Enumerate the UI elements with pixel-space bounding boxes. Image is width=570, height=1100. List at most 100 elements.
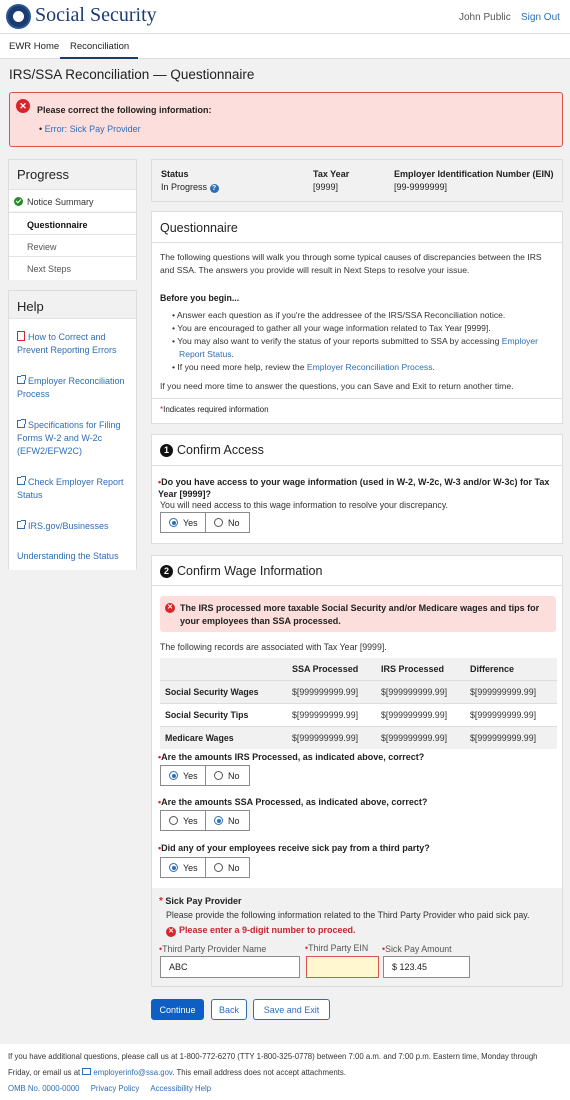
- help-link-reconciliation-process[interactable]: Employer Reconciliation Process: [17, 375, 132, 401]
- q3-no-radio[interactable]: No: [205, 857, 250, 878]
- footer-links: OMB No. 0000-0000 Privacy Policy Accessi…: [8, 1083, 211, 1094]
- external-link-icon: [17, 419, 26, 428]
- access-yes-radio[interactable]: Yes: [160, 512, 206, 533]
- access-no-radio[interactable]: No: [205, 512, 250, 533]
- help-link-report-status[interactable]: Check Employer Report Status: [17, 476, 132, 502]
- radio-empty-icon: [214, 518, 223, 527]
- sick-pay-heading-wrap: * Sick Pay Provider: [159, 896, 242, 907]
- third-party-ein-label: Third Party EIN: [308, 943, 369, 953]
- progress-notice-summary[interactable]: Notice Summary: [9, 189, 136, 211]
- bullet-4: • If you need more help, review the Empl…: [172, 362, 435, 372]
- help-link-correct-errors[interactable]: How to Correct and Prevent Reporting Err…: [17, 331, 132, 357]
- save-exit-button[interactable]: Save and Exit: [253, 999, 330, 1020]
- help-question-icon[interactable]: ?: [209, 184, 219, 193]
- confirm-wage-heading: Confirm Wage Information: [177, 564, 323, 578]
- help-link-irs-businesses[interactable]: IRS.gov/Businesses: [17, 520, 132, 533]
- external-link-icon: [17, 520, 26, 529]
- table-header-irs: IRS Processed: [376, 658, 465, 681]
- q2-no-radio[interactable]: No: [205, 810, 250, 831]
- divider: [152, 398, 562, 399]
- more-time-note: If you need more time to answer the ques…: [160, 381, 514, 391]
- cell-irs: $[999999999.99]: [376, 680, 465, 704]
- provider-name-label-wrap: •Third Party Provider Name: [159, 944, 267, 954]
- cell-ssa: $[999999999.99]: [287, 726, 376, 749]
- table-row: Medicare Wages $[999999999.99] $[9999999…: [160, 726, 557, 749]
- wage-error-text: The IRS processed more taxable Social Se…: [180, 603, 540, 626]
- footer-contact-line1: If you have additional questions, please…: [8, 1052, 538, 1061]
- table-row: Social Security Wages $[999999999.99] $[…: [160, 680, 557, 704]
- third-party-ein-input[interactable]: [306, 956, 379, 978]
- step-number-icon: 1: [160, 444, 173, 457]
- wage-table: SSA Processed IRS Processed Difference S…: [160, 658, 557, 749]
- bullet-1: • Answer each question as if you're the …: [172, 310, 506, 320]
- employer-reconciliation-link[interactable]: Employer Reconciliation Process: [307, 362, 433, 372]
- row-label: Medicare Wages: [160, 726, 287, 749]
- divider: [152, 585, 562, 586]
- cell-difference: $[999999999.99]: [465, 726, 557, 749]
- sick-pay-section: * Sick Pay Provider Please provide the f…: [152, 888, 562, 986]
- error-x-icon: ✕: [165, 603, 175, 613]
- cell-ssa: $[999999999.99]: [287, 703, 376, 727]
- step-number-icon: 2: [160, 565, 173, 578]
- progress-next-steps: Next Steps: [9, 256, 136, 280]
- access-question-wrap: •Do you have access to your wage informa…: [158, 477, 550, 499]
- radio-selected-icon: [169, 863, 178, 872]
- cell-ssa: $[999999999.99]: [287, 680, 376, 704]
- help-link-understanding-status[interactable]: Understanding the Status: [17, 550, 132, 563]
- radio-selected-icon: [169, 771, 178, 780]
- q1-wrap: •Are the amounts IRS Processed, as indic…: [158, 752, 425, 762]
- omb-link[interactable]: OMB No. 0000-0000: [8, 1084, 80, 1093]
- questionnaire-heading: Questionnaire: [160, 221, 238, 235]
- privacy-policy-link[interactable]: Privacy Policy: [91, 1084, 140, 1093]
- sick-pay-amount-input[interactable]: $ 123.45: [383, 956, 470, 978]
- nav-ewr-home[interactable]: EWR Home: [9, 41, 59, 52]
- table-header-ssa: SSA Processed: [287, 658, 376, 681]
- records-note: The following records are associated wit…: [160, 642, 387, 652]
- sign-out-link[interactable]: Sign Out: [521, 12, 560, 23]
- radio-empty-icon: [214, 771, 223, 780]
- access-question: Do you have access to your wage informat…: [158, 477, 550, 499]
- confirm-wage-panel: 2 Confirm Wage Information ✕ The IRS proc…: [151, 555, 563, 987]
- provider-name-input[interactable]: ABC: [160, 956, 300, 978]
- q2-question: Are the amounts SSA Processed, as indica…: [161, 797, 428, 807]
- confirm-access-panel: 1 Confirm Access •Do you have access to y…: [151, 434, 563, 544]
- error-x-icon: ✕: [16, 99, 30, 113]
- accessibility-help-link[interactable]: Accessibility Help: [150, 1084, 211, 1093]
- bullet-2: • You are encouraged to gather all your …: [172, 323, 491, 333]
- table-row: Social Security Tips $[999999999.99] $[9…: [160, 703, 557, 727]
- error-x-icon: ✕: [166, 927, 176, 937]
- questionnaire-panel: Questionnaire The following questions wi…: [151, 211, 563, 424]
- ssa-seal-logo[interactable]: [6, 4, 31, 29]
- cell-irs: $[999999999.99]: [376, 726, 465, 749]
- continue-button[interactable]: Continue: [151, 999, 204, 1020]
- status-bar: Status In Progress ? Tax Year [9999] Emp…: [151, 159, 563, 202]
- cell-difference: $[999999999.99]: [465, 680, 557, 704]
- progress-questionnaire: Questionnaire: [9, 212, 136, 234]
- top-nav: EWR Home Reconciliation: [0, 34, 570, 59]
- help-panel: Help How to Correct and Prevent Reportin…: [8, 290, 137, 570]
- sick-pay-desc: Please provide the following information…: [166, 910, 530, 920]
- q3-yes-radio[interactable]: Yes: [160, 857, 206, 878]
- q1-yes-radio[interactable]: Yes: [160, 765, 206, 786]
- alert-item: • Error: Sick Pay Provider: [39, 124, 141, 134]
- help-link-efw2-specs[interactable]: Specifications for Filing Forms W-2 and …: [17, 419, 132, 458]
- divider: [152, 242, 562, 243]
- sick-pay-heading: Sick Pay Provider: [165, 896, 242, 906]
- cell-irs: $[999999999.99]: [376, 703, 465, 727]
- confirm-wage-heading-wrap: 2 Confirm Wage Information: [160, 564, 322, 578]
- footer-email-link[interactable]: employerinfo@ssa.gov: [93, 1068, 172, 1077]
- user-name: John Public: [459, 12, 511, 23]
- brand-title[interactable]: Social Security: [35, 4, 157, 27]
- q1-no-radio[interactable]: No: [205, 765, 250, 786]
- page-title: IRS/SSA Reconciliation — Questionnaire: [9, 67, 255, 82]
- nav-reconciliation[interactable]: Reconciliation: [70, 41, 129, 52]
- back-button[interactable]: Back: [211, 999, 247, 1020]
- error-summary-alert: ✕ Please correct the following informati…: [9, 92, 563, 147]
- help-links: How to Correct and Prevent Reporting Err…: [9, 318, 136, 570]
- wage-error-alert: ✕ The IRS processed more taxable Social …: [160, 596, 556, 632]
- q2-yes-radio[interactable]: Yes: [160, 810, 206, 831]
- check-icon: [14, 197, 23, 206]
- external-link-icon: [17, 375, 26, 384]
- alert-error-link[interactable]: Error: Sick Pay Provider: [45, 124, 141, 134]
- bullet-3: • You may also want to verify the status…: [172, 336, 539, 359]
